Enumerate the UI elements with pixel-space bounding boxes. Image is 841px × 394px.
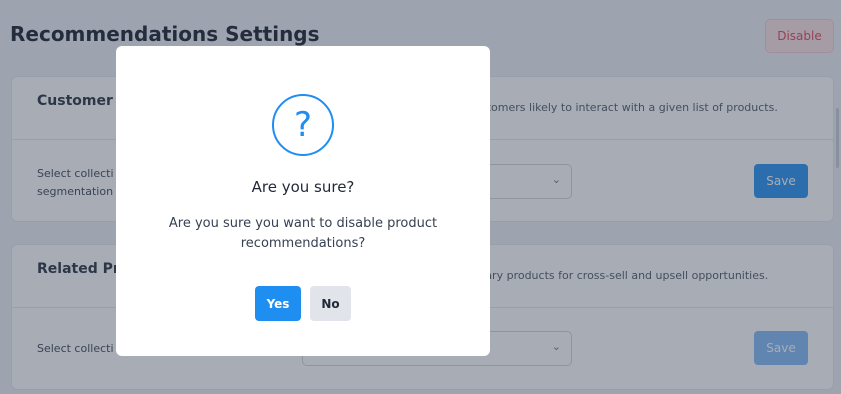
- yes-button[interactable]: Yes: [255, 286, 301, 321]
- confirm-dialog: ? Are you sure? Are you sure you want to…: [116, 46, 490, 356]
- question-circle-icon: ?: [272, 94, 334, 156]
- dialog-message: Are you sure you want to disable product…: [168, 216, 438, 251]
- dialog-title: Are you sure?: [251, 178, 355, 196]
- no-button[interactable]: No: [310, 286, 351, 321]
